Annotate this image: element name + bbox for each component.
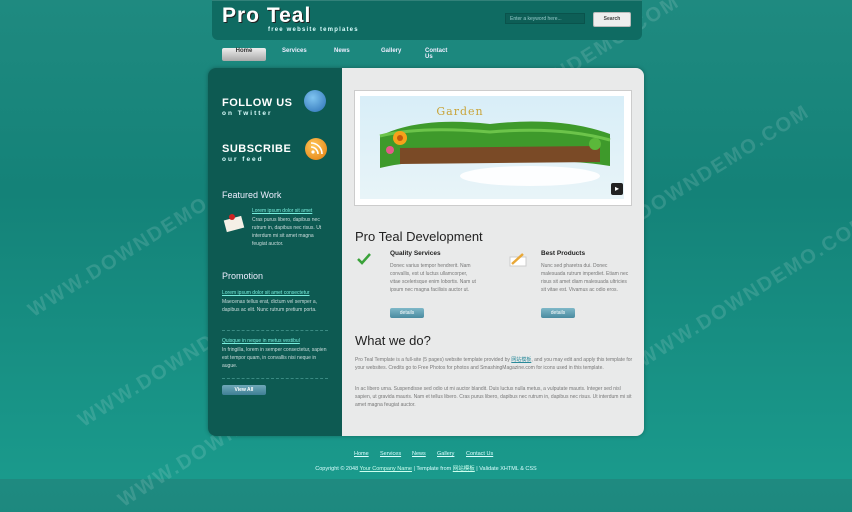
search-button[interactable]: Search xyxy=(593,12,631,27)
follow-us-title[interactable]: FOLLOW US xyxy=(222,97,293,109)
next-arrow-icon[interactable]: ▸ xyxy=(611,183,623,195)
nav-contact[interactable]: Contact Us xyxy=(425,48,447,61)
template-site-link[interactable]: 网站模板 xyxy=(511,357,531,363)
subscribe-title[interactable]: SUBSCRIBE xyxy=(222,143,291,155)
footer-link-contact[interactable]: Contact Us xyxy=(466,451,493,457)
promotion-text-2: In fringilla, lorem in semper consectetu… xyxy=(222,347,327,369)
footer-link-gallery[interactable]: Gallery xyxy=(437,451,454,457)
follow-us-subtitle[interactable]: on Twitter xyxy=(222,110,273,117)
main-content: Garden ▸ Pro Teal Development Quality Se… xyxy=(342,68,644,436)
divider xyxy=(222,378,328,379)
slider-title: Garden xyxy=(436,105,484,118)
development-heading: Pro Teal Development xyxy=(355,229,483,244)
promotion-text-1: Maecenas tellus erat, dictum vel semper … xyxy=(222,299,318,313)
divider xyxy=(222,330,328,331)
quality-services-details-button[interactable]: details xyxy=(390,308,424,318)
best-products-text: Nunc sed pharetra dui. Donec malesuada r… xyxy=(541,263,629,293)
nav-services[interactable]: Services xyxy=(282,48,307,61)
slider-image: Garden xyxy=(360,96,624,199)
footer-link-home[interactable]: Home xyxy=(354,451,369,457)
best-products-title: Best Products xyxy=(541,250,586,257)
rss-feed-icon[interactable] xyxy=(305,138,327,160)
nav-news[interactable]: News xyxy=(334,48,350,61)
header: Pro Teal free website templates Enter a … xyxy=(212,0,642,40)
site-logo[interactable]: Pro Teal xyxy=(222,4,311,28)
copyright-text: Copyright © 2048 xyxy=(315,466,360,472)
footer-nav: Home Services News Gallery Contact Us xyxy=(0,451,852,461)
nav-gallery[interactable]: Gallery xyxy=(381,48,401,61)
subscribe-subtitle[interactable]: our feed xyxy=(222,156,264,163)
image-slider: Garden ▸ xyxy=(354,90,632,206)
copyright: Copyright © 2048 Your Company Name | Tem… xyxy=(0,464,852,472)
twitter-bird-icon[interactable] xyxy=(304,90,326,112)
what-we-do-heading: What we do? xyxy=(355,333,431,348)
pencil-icon xyxy=(508,252,528,273)
view-all-button[interactable]: View All xyxy=(222,385,266,395)
site-tagline: free website templates xyxy=(268,27,359,33)
quality-services-text: Donec varius tempor hendrerit. Nam conva… xyxy=(390,263,476,293)
promotion-link-1[interactable]: Lorem ipsum dolor sit amet consectetur xyxy=(222,290,310,296)
content-wrapper: FOLLOW US on Twitter SUBSCRIBE our feed … xyxy=(208,68,644,436)
what-we-do-paragraph-2: In ac libero urna. Suspendisse sed odio … xyxy=(355,386,632,408)
featured-work-text: Cras purus libero, dapibus nec rutrum in… xyxy=(252,217,322,247)
sidebar: FOLLOW US on Twitter SUBSCRIBE our feed … xyxy=(208,68,342,436)
copyright-text: | Validate XHTML & CSS xyxy=(474,466,537,472)
featured-work-heading: Featured Work xyxy=(222,190,282,200)
promotion-link-2[interactable]: Quisque in neque in metus vestibul xyxy=(222,338,300,344)
quality-services-title: Quality Services xyxy=(390,250,441,257)
best-products-details-button[interactable]: details xyxy=(541,308,575,318)
featured-work-link[interactable]: Lorem ipsum dolor sit amet xyxy=(252,208,312,214)
company-link[interactable]: Your Company Name xyxy=(360,466,412,472)
search-input[interactable]: Enter a keyword here... xyxy=(505,13,585,24)
template-credit-link[interactable]: 网站模板 xyxy=(453,466,475,472)
footer-link-news[interactable]: News xyxy=(412,451,426,457)
featured-work-icon xyxy=(222,212,246,234)
copyright-text: | Template from xyxy=(411,466,453,472)
watermark: WWW.DOWNDEMO.COM xyxy=(634,210,852,372)
what-we-do-paragraph-1: Pro Teal Template is a full-site (5 page… xyxy=(355,356,633,372)
footer-link-services[interactable]: Services xyxy=(380,451,401,457)
promotion-heading: Promotion xyxy=(222,271,264,281)
checkmark-icon xyxy=(357,252,371,270)
nav-home[interactable]: Home xyxy=(222,48,266,61)
paragraph-text: Pro Teal Template is a full-site (5 page… xyxy=(355,357,512,363)
